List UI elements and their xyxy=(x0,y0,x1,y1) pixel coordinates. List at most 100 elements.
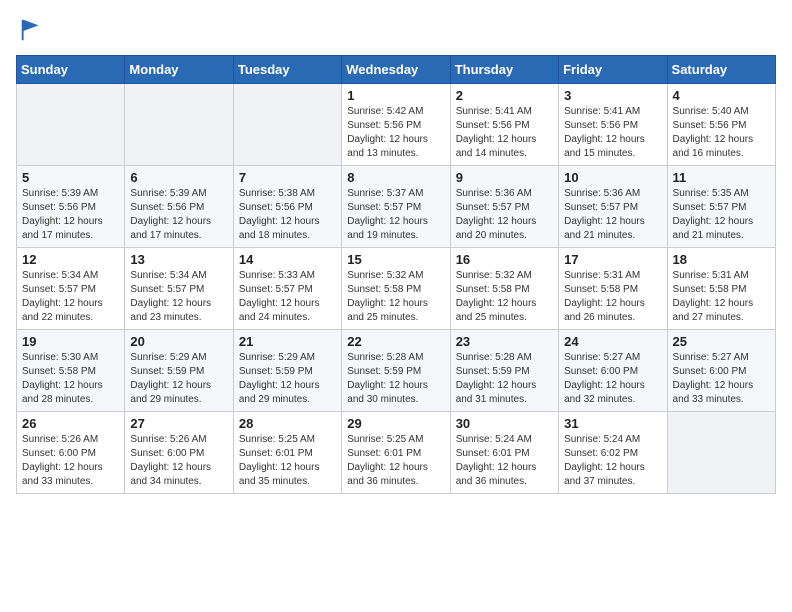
day-number: 8 xyxy=(347,170,444,185)
calendar-week-row: 1 Sunrise: 5:42 AM Sunset: 5:56 PM Daylig… xyxy=(17,84,776,166)
calendar-week-row: 5 Sunrise: 5:39 AM Sunset: 5:56 PM Daylig… xyxy=(17,166,776,248)
day-number: 10 xyxy=(564,170,661,185)
day-number: 11 xyxy=(673,170,770,185)
day-info: Sunrise: 5:26 AM Sunset: 6:00 PM Dayligh… xyxy=(130,433,227,489)
day-number: 31 xyxy=(564,416,661,431)
day-info: Sunrise: 5:31 AM Sunset: 5:58 PM Dayligh… xyxy=(673,269,770,325)
day-number: 15 xyxy=(347,252,444,267)
day-number: 9 xyxy=(456,170,553,185)
day-info: Sunrise: 5:26 AM Sunset: 6:00 PM Dayligh… xyxy=(22,433,119,489)
day-info: Sunrise: 5:24 AM Sunset: 6:01 PM Dayligh… xyxy=(456,433,553,489)
calendar-cell: 19Sunrise: 5:30 AM Sunset: 5:58 PM Dayli… xyxy=(17,330,125,412)
calendar-cell: 9 Sunrise: 5:36 AM Sunset: 5:57 PM Daylig… xyxy=(450,166,558,248)
day-number: 26 xyxy=(22,416,119,431)
page-header xyxy=(16,16,776,43)
day-info: Sunrise: 5:40 AM Sunset: 5:56 PM Dayligh… xyxy=(673,105,770,161)
calendar-cell: 3 Sunrise: 5:41 AM Sunset: 5:56 PM Daylig… xyxy=(559,84,667,166)
day-info: Sunrise: 5:37 AM Sunset: 5:57 PM Dayligh… xyxy=(347,187,444,243)
calendar-cell: 22 Sunrise: 5:28 AM Sunset: 5:59 PM Dayli… xyxy=(342,330,450,412)
day-number: 13 xyxy=(130,252,227,267)
calendar-cell: 4 Sunrise: 5:40 AM Sunset: 5:56 PM Daylig… xyxy=(667,84,775,166)
day-number: 3 xyxy=(564,88,661,103)
day-info: Sunrise: 5:30 AM Sunset: 5:58 PM Dayligh… xyxy=(22,351,119,407)
weekday-header-thursday: Thursday xyxy=(450,56,558,84)
calendar-week-row: 26 Sunrise: 5:26 AM Sunset: 6:00 PM Dayli… xyxy=(17,412,776,494)
calendar-cell xyxy=(667,412,775,494)
calendar-cell xyxy=(233,84,341,166)
day-number: 30 xyxy=(456,416,553,431)
calendar-cell: 24 Sunrise: 5:27 AM Sunset: 6:00 PM Dayli… xyxy=(559,330,667,412)
day-number: 21 xyxy=(239,334,336,349)
day-info: Sunrise: 5:41 AM Sunset: 5:56 PM Dayligh… xyxy=(564,105,661,161)
day-number: 7 xyxy=(239,170,336,185)
weekday-header-row: SundayMondayTuesdayWednesdayThursdayFrid… xyxy=(17,56,776,84)
calendar-cell: 7 Sunrise: 5:38 AM Sunset: 5:56 PM Daylig… xyxy=(233,166,341,248)
day-info: Sunrise: 5:39 AM Sunset: 5:56 PM Dayligh… xyxy=(22,187,119,243)
day-info: Sunrise: 5:31 AM Sunset: 5:58 PM Dayligh… xyxy=(564,269,661,325)
day-info: Sunrise: 5:38 AM Sunset: 5:56 PM Dayligh… xyxy=(239,187,336,243)
day-info: Sunrise: 5:41 AM Sunset: 5:56 PM Dayligh… xyxy=(456,105,553,161)
calendar-table: SundayMondayTuesdayWednesdayThursdayFrid… xyxy=(16,55,776,494)
day-info: Sunrise: 5:36 AM Sunset: 5:57 PM Dayligh… xyxy=(456,187,553,243)
calendar-cell: 10 Sunrise: 5:36 AM Sunset: 5:57 PM Dayli… xyxy=(559,166,667,248)
calendar-cell: 16 Sunrise: 5:32 AM Sunset: 5:58 PM Dayli… xyxy=(450,248,558,330)
day-info: Sunrise: 5:28 AM Sunset: 5:59 PM Dayligh… xyxy=(347,351,444,407)
day-info: Sunrise: 5:25 AM Sunset: 6:01 PM Dayligh… xyxy=(347,433,444,489)
logo-flag-icon xyxy=(18,16,46,44)
calendar-cell: 17 Sunrise: 5:31 AM Sunset: 5:58 PM Dayli… xyxy=(559,248,667,330)
calendar-cell: 25 Sunrise: 5:27 AM Sunset: 6:00 PM Dayli… xyxy=(667,330,775,412)
calendar-cell: 18Sunrise: 5:31 AM Sunset: 5:58 PM Dayli… xyxy=(667,248,775,330)
day-info: Sunrise: 5:24 AM Sunset: 6:02 PM Dayligh… xyxy=(564,433,661,489)
day-info: Sunrise: 5:35 AM Sunset: 5:57 PM Dayligh… xyxy=(673,187,770,243)
calendar-cell: 23 Sunrise: 5:28 AM Sunset: 5:59 PM Dayli… xyxy=(450,330,558,412)
day-number: 6 xyxy=(130,170,227,185)
day-info: Sunrise: 5:25 AM Sunset: 6:01 PM Dayligh… xyxy=(239,433,336,489)
day-number: 24 xyxy=(564,334,661,349)
day-number: 17 xyxy=(564,252,661,267)
day-info: Sunrise: 5:42 AM Sunset: 5:56 PM Dayligh… xyxy=(347,105,444,161)
day-number: 23 xyxy=(456,334,553,349)
calendar-cell: 28Sunrise: 5:25 AM Sunset: 6:01 PM Dayli… xyxy=(233,412,341,494)
calendar-cell: 27 Sunrise: 5:26 AM Sunset: 6:00 PM Dayli… xyxy=(125,412,233,494)
day-info: Sunrise: 5:28 AM Sunset: 5:59 PM Dayligh… xyxy=(456,351,553,407)
day-info: Sunrise: 5:33 AM Sunset: 5:57 PM Dayligh… xyxy=(239,269,336,325)
day-number: 4 xyxy=(673,88,770,103)
day-number: 12 xyxy=(22,252,119,267)
calendar-cell: 31 Sunrise: 5:24 AM Sunset: 6:02 PM Dayli… xyxy=(559,412,667,494)
calendar-cell xyxy=(125,84,233,166)
day-number: 25 xyxy=(673,334,770,349)
calendar-cell: 29Sunrise: 5:25 AM Sunset: 6:01 PM Dayli… xyxy=(342,412,450,494)
day-number: 1 xyxy=(347,88,444,103)
calendar-cell: 8 Sunrise: 5:37 AM Sunset: 5:57 PM Daylig… xyxy=(342,166,450,248)
day-info: Sunrise: 5:27 AM Sunset: 6:00 PM Dayligh… xyxy=(564,351,661,407)
day-number: 5 xyxy=(22,170,119,185)
logo xyxy=(16,16,46,43)
day-number: 27 xyxy=(130,416,227,431)
calendar-cell: 26 Sunrise: 5:26 AM Sunset: 6:00 PM Dayli… xyxy=(17,412,125,494)
day-info: Sunrise: 5:36 AM Sunset: 5:57 PM Dayligh… xyxy=(564,187,661,243)
day-info: Sunrise: 5:29 AM Sunset: 5:59 PM Dayligh… xyxy=(130,351,227,407)
day-number: 22 xyxy=(347,334,444,349)
weekday-header-tuesday: Tuesday xyxy=(233,56,341,84)
calendar-cell: 13 Sunrise: 5:34 AM Sunset: 5:57 PM Dayli… xyxy=(125,248,233,330)
calendar-week-row: 12 Sunrise: 5:34 AM Sunset: 5:57 PM Dayli… xyxy=(17,248,776,330)
calendar-cell: 6 Sunrise: 5:39 AM Sunset: 5:56 PM Daylig… xyxy=(125,166,233,248)
calendar-cell: 30 Sunrise: 5:24 AM Sunset: 6:01 PM Dayli… xyxy=(450,412,558,494)
calendar-cell: 15Sunrise: 5:32 AM Sunset: 5:58 PM Dayli… xyxy=(342,248,450,330)
calendar-cell: 20 Sunrise: 5:29 AM Sunset: 5:59 PM Dayli… xyxy=(125,330,233,412)
weekday-header-sunday: Sunday xyxy=(17,56,125,84)
day-number: 2 xyxy=(456,88,553,103)
calendar-cell: 5 Sunrise: 5:39 AM Sunset: 5:56 PM Daylig… xyxy=(17,166,125,248)
weekday-header-wednesday: Wednesday xyxy=(342,56,450,84)
weekday-header-monday: Monday xyxy=(125,56,233,84)
day-info: Sunrise: 5:29 AM Sunset: 5:59 PM Dayligh… xyxy=(239,351,336,407)
day-info: Sunrise: 5:34 AM Sunset: 5:57 PM Dayligh… xyxy=(130,269,227,325)
day-info: Sunrise: 5:32 AM Sunset: 5:58 PM Dayligh… xyxy=(456,269,553,325)
day-number: 20 xyxy=(130,334,227,349)
day-info: Sunrise: 5:39 AM Sunset: 5:56 PM Dayligh… xyxy=(130,187,227,243)
calendar-week-row: 19Sunrise: 5:30 AM Sunset: 5:58 PM Dayli… xyxy=(17,330,776,412)
day-info: Sunrise: 5:27 AM Sunset: 6:00 PM Dayligh… xyxy=(673,351,770,407)
calendar-cell: 12Sunrise: 5:34 AM Sunset: 5:57 PM Dayli… xyxy=(17,248,125,330)
calendar-cell: 2 Sunrise: 5:41 AM Sunset: 5:56 PM Daylig… xyxy=(450,84,558,166)
day-number: 16 xyxy=(456,252,553,267)
